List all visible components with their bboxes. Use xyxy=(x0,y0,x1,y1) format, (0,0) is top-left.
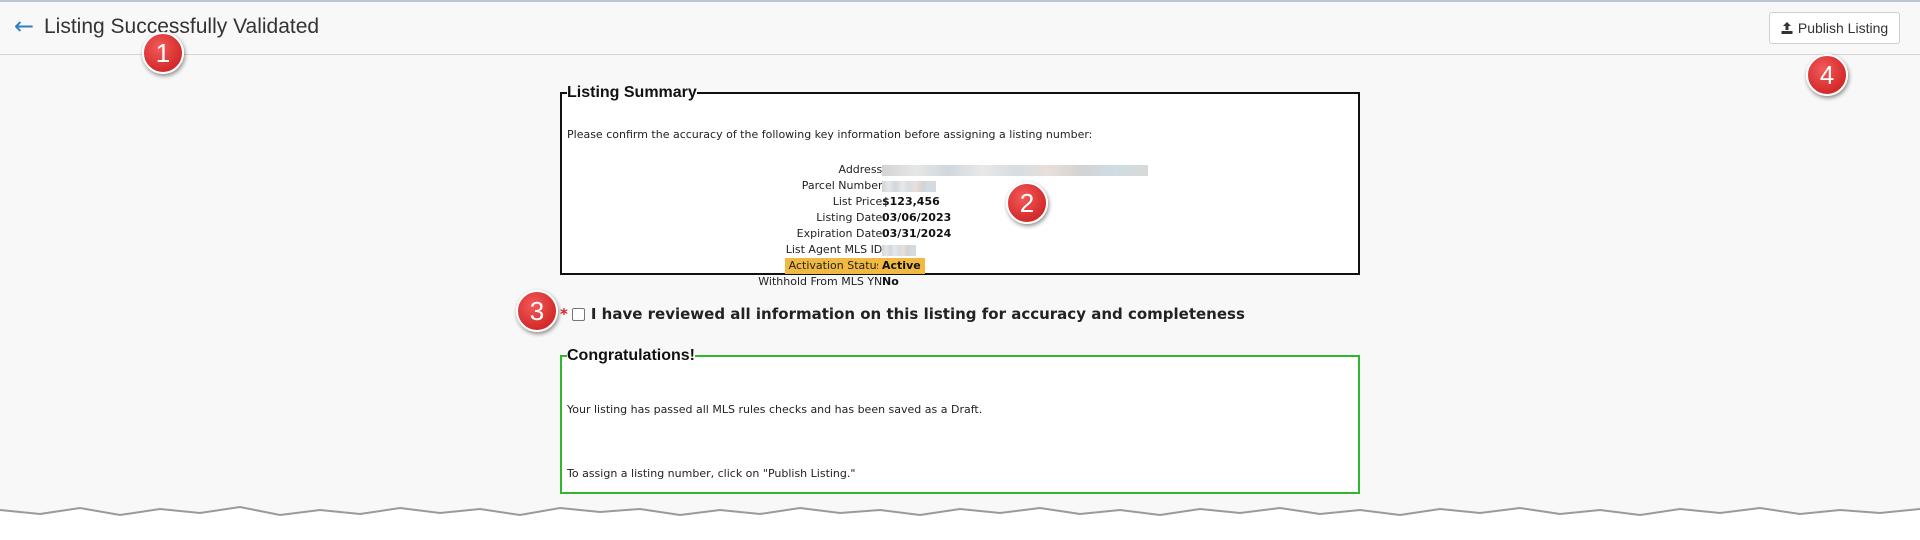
row-parcel-number: Parcel Number: xyxy=(562,178,1358,194)
address-redacted xyxy=(882,165,1148,176)
review-checkbox-label[interactable]: I have reviewed all information on this … xyxy=(591,305,1245,323)
row-withhold-from-mls: Withhold From MLS YN: No xyxy=(562,274,1358,290)
listing-summary-legend: Listing Summary xyxy=(567,84,697,101)
publish-listing-button[interactable]: Publish Listing xyxy=(1769,12,1900,44)
list-price-label: List Price: xyxy=(832,195,886,208)
review-checkbox[interactable] xyxy=(571,307,585,321)
row-list-price: List Price: $123,456 xyxy=(562,194,1358,210)
withhold-from-mls-label: Withhold From MLS YN: xyxy=(758,275,886,288)
congratulations-legend: Congratulations! xyxy=(567,347,695,364)
review-confirmation: * I have reviewed all information on thi… xyxy=(560,303,1245,325)
torn-edge-decoration xyxy=(0,505,1920,540)
row-list-agent-mls-id: List Agent MLS ID: xyxy=(562,242,1358,258)
list-agent-mls-id-redacted xyxy=(882,245,916,256)
list-agent-mls-id-label: List Agent MLS ID: xyxy=(785,243,886,256)
list-price-value: $123,456 xyxy=(882,195,940,208)
upload-icon xyxy=(1781,22,1793,34)
row-address: Address: xyxy=(562,162,1358,178)
congrats-line-1: Your listing has passed all MLS rules ch… xyxy=(567,403,983,416)
congrats-line-2: To assign a listing number, click on "Pu… xyxy=(567,467,856,480)
required-asterisk: * xyxy=(560,305,568,323)
withhold-from-mls-value: No xyxy=(882,275,899,288)
listing-date-value: 03/06/2023 xyxy=(882,211,952,224)
activation-status-value: Active xyxy=(878,258,925,274)
address-label: Address: xyxy=(838,163,886,176)
page-title: Listing Successfully Validated xyxy=(44,15,320,38)
row-activation-status: Activation Status: Active xyxy=(562,258,1358,274)
expiration-date-value: 03/31/2024 xyxy=(882,227,952,240)
listing-date-label: Listing Date: xyxy=(816,211,886,224)
summary-intro-text: Please confirm the accuracy of the follo… xyxy=(567,128,1093,141)
row-listing-date: Listing Date: 03/06/2023 xyxy=(562,210,1358,226)
callout-badge-4: 4 xyxy=(1806,54,1848,96)
page-header: ← Listing Successfully Validated Publish… xyxy=(0,2,1920,55)
callout-badge-1: 1 xyxy=(142,32,184,74)
congratulations-box: Congratulations! Your listing has passed… xyxy=(560,347,1360,494)
callout-badge-3: 3 xyxy=(516,290,558,332)
parcel-number-label: Parcel Number: xyxy=(801,179,886,192)
publish-listing-label: Publish Listing xyxy=(1797,20,1889,36)
expiration-date-label: Expiration Date: xyxy=(796,227,886,240)
callout-badge-2: 2 xyxy=(1006,182,1048,224)
parcel-number-redacted xyxy=(882,181,936,192)
listing-summary-box: Listing Summary Please confirm the accur… xyxy=(560,84,1360,288)
row-expiration-date: Expiration Date: 03/31/2024 xyxy=(562,226,1358,242)
activation-status-label: Activation Status: xyxy=(784,258,890,274)
arrow-left-icon[interactable]: ← xyxy=(14,14,34,38)
